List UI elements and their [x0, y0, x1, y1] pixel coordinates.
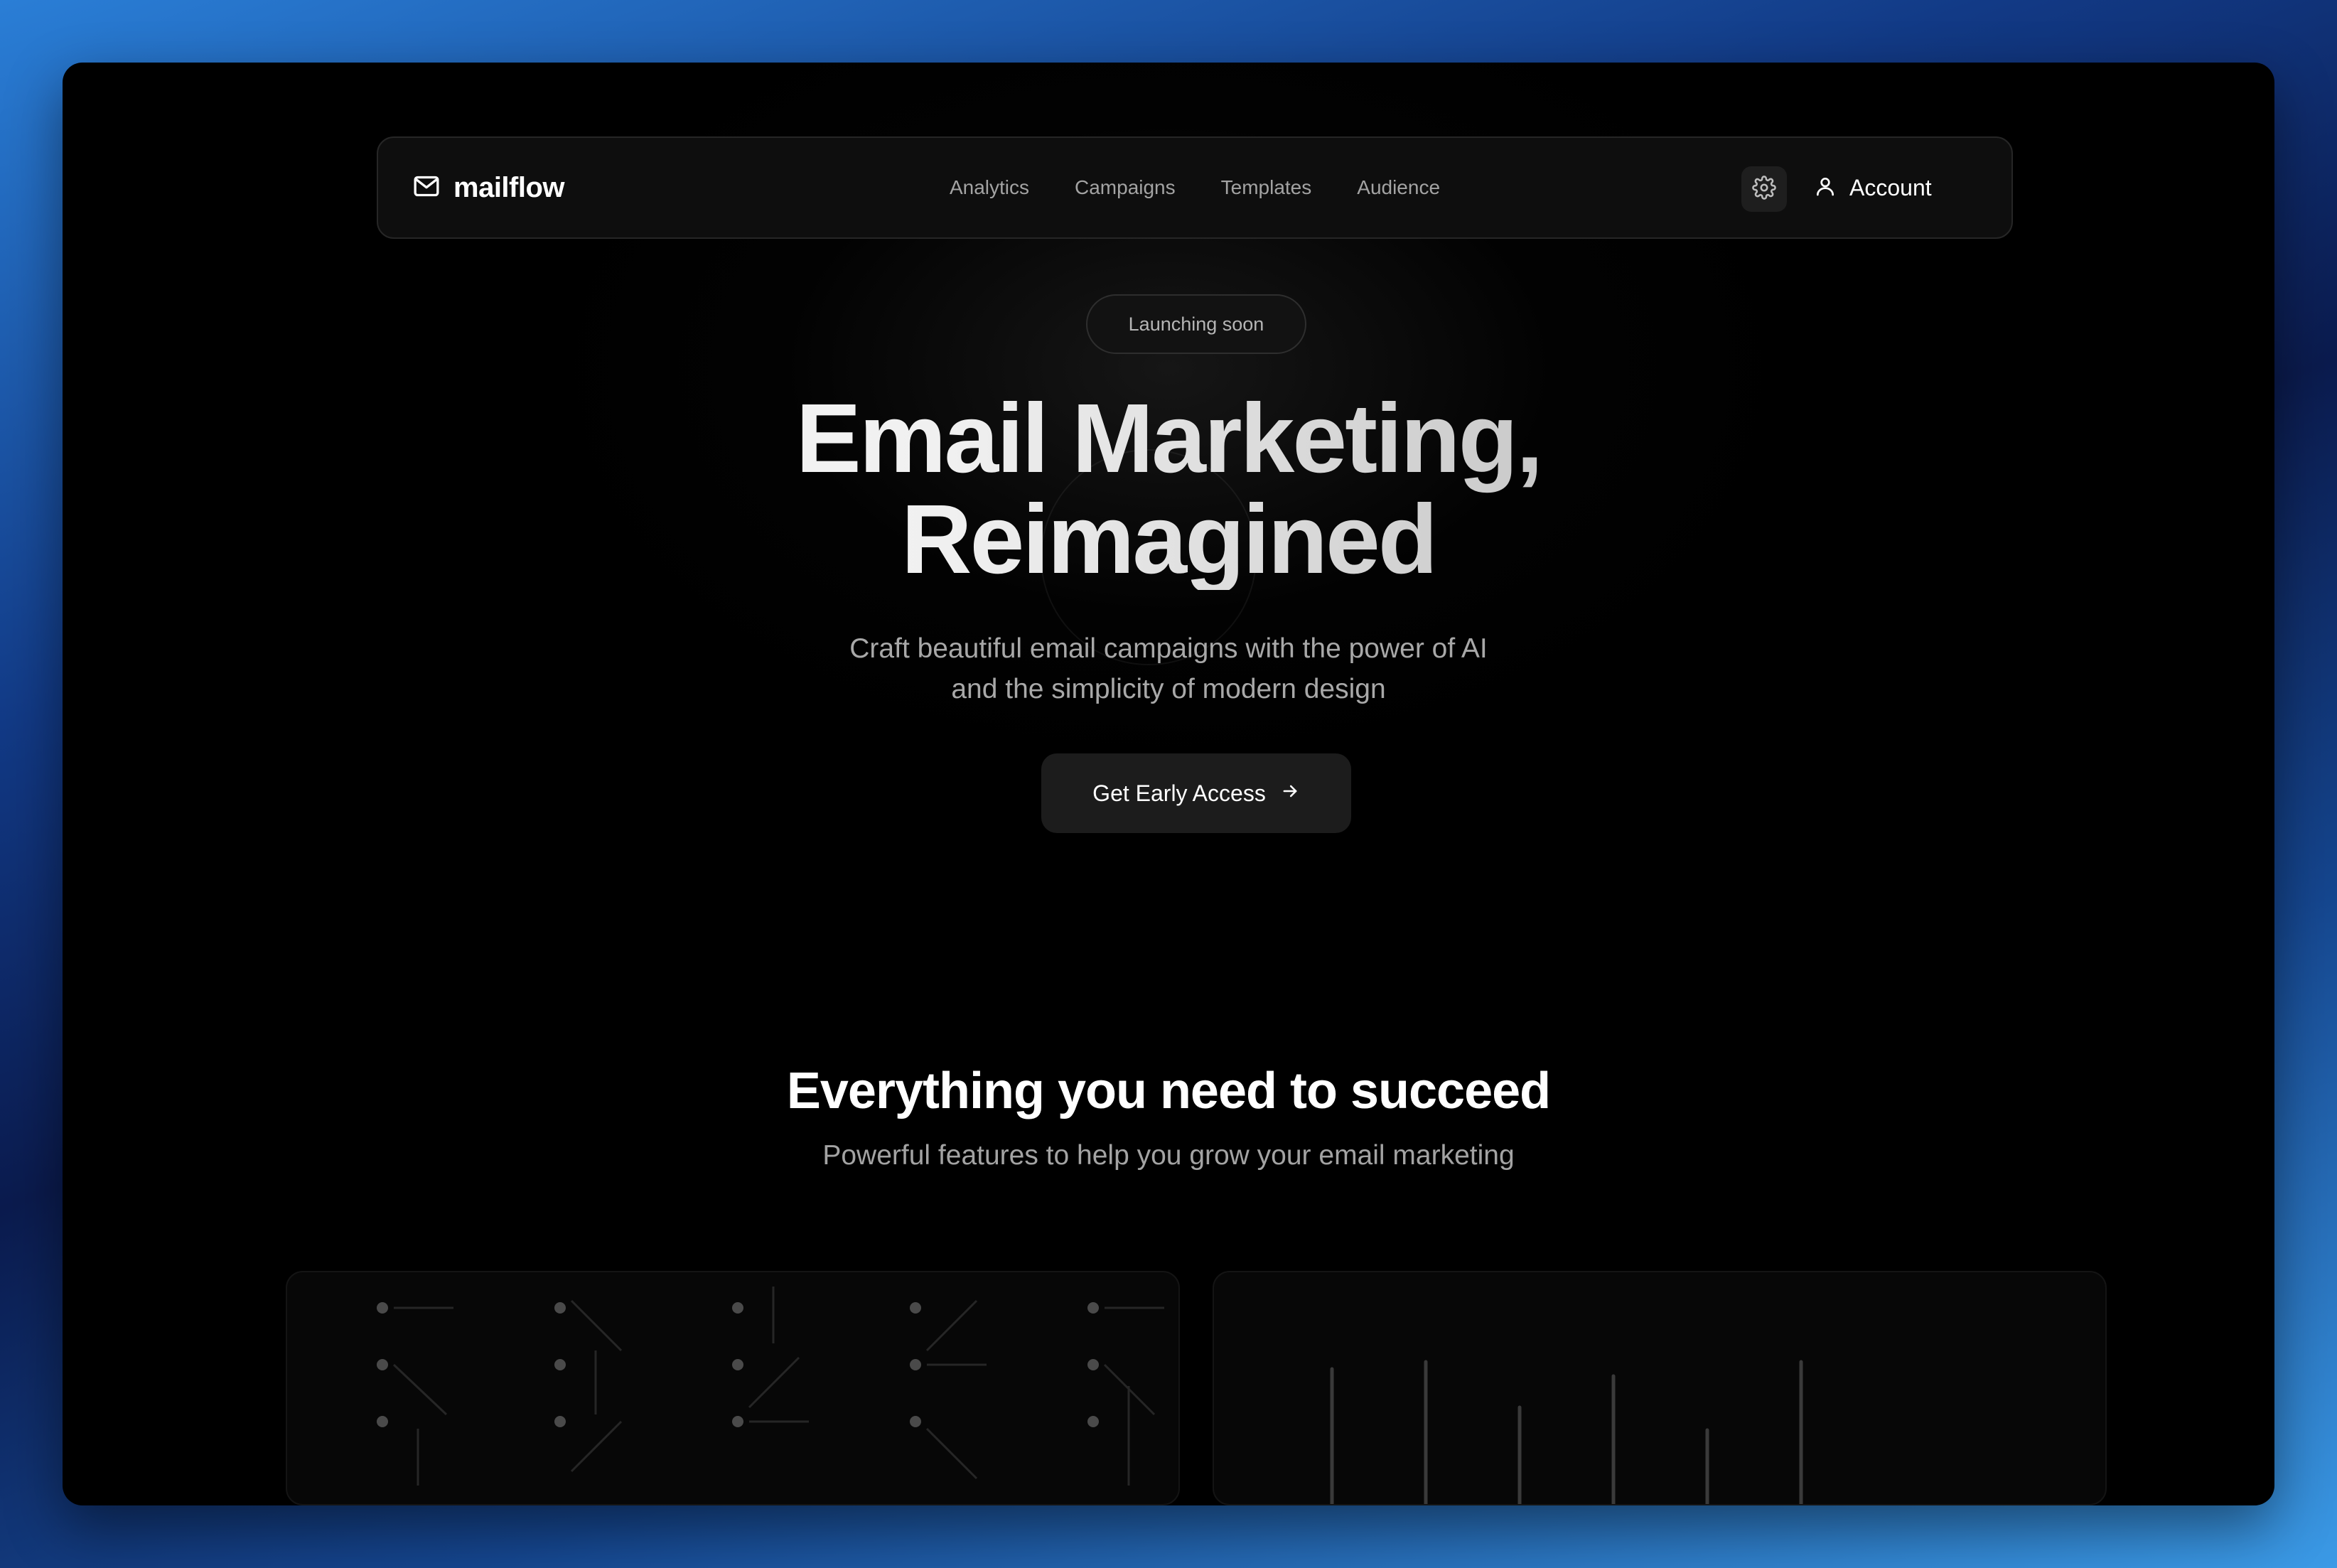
brand-name: mailflow [453, 171, 565, 203]
nav-link-campaigns[interactable]: Campaigns [1075, 176, 1176, 199]
settings-button[interactable] [1741, 166, 1787, 212]
gear-icon [1752, 175, 1776, 203]
hero-subtitle: Craft beautiful email campaigns with the… [63, 628, 2274, 709]
bar-graphic [1330, 1360, 1803, 1504]
features-title: Everything you need to succeed [786, 1063, 1551, 1119]
nav-link-analytics[interactable]: Analytics [950, 176, 1029, 199]
launch-badge: Launching soon [1086, 294, 1306, 354]
features-subtitle: Powerful features to help you grow your … [822, 1140, 1515, 1171]
hero-subtitle-line-1: Craft beautiful email campaigns with the… [849, 633, 1488, 664]
nav-link-templates[interactable]: Templates [1221, 176, 1312, 199]
get-early-access-button[interactable]: Get Early Access [1041, 753, 1351, 833]
nav-link-audience[interactable]: Audience [1357, 176, 1440, 199]
account-button[interactable]: Account [1814, 138, 1932, 237]
hero-title-line-1: Email Marketing, [795, 384, 1542, 493]
account-label: Account [1849, 174, 1932, 200]
browser-window: mailflow Analytics Campaigns Templates A… [63, 63, 2274, 1505]
mail-icon [412, 172, 441, 204]
user-icon [1814, 175, 1837, 201]
hero-title: Email Marketing, Reimagined [63, 388, 2274, 590]
hero-title-line-2: Reimagined [901, 485, 1436, 594]
brand-logo[interactable]: mailflow [412, 138, 565, 237]
arrow-right-icon [1280, 780, 1300, 807]
workflow-graphic [377, 1287, 1164, 1486]
feature-card-analytics [1213, 1271, 2107, 1505]
top-navbar: mailflow Analytics Campaigns Templates A… [377, 136, 2013, 239]
cta-label: Get Early Access [1092, 780, 1266, 806]
hero-subtitle-line-2: and the simplicity of modern design [951, 674, 1386, 704]
feature-card-workflow [286, 1271, 1180, 1505]
